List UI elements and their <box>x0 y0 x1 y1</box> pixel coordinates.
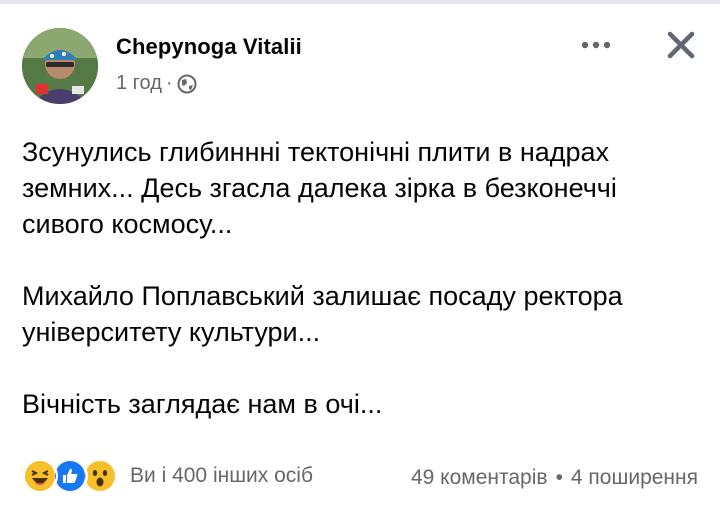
post-body: Зсунулись глибиннні тектонічні плити в н… <box>22 134 712 458</box>
post-paragraph: Зсунулись глибиннні тектонічні плити в н… <box>22 134 712 242</box>
text-line: сивого космосу... <box>22 209 233 239</box>
stats-separator: • <box>555 466 563 489</box>
avatar[interactable] <box>22 28 98 104</box>
post-paragraph: Вічність заглядає нам в очі... <box>22 386 712 422</box>
comments-count[interactable]: 49 коментарів <box>411 466 548 490</box>
text-line: земних... Десь згасла далека зірка в без… <box>22 173 617 203</box>
text-line: Вічність заглядає нам в очі... <box>22 389 383 419</box>
post-stats: 49 коментарів • 4 поширення <box>411 466 698 490</box>
globe-icon[interactable] <box>177 74 197 94</box>
close-button[interactable] <box>664 28 698 62</box>
avatar-image <box>22 28 98 104</box>
post-meta: 1 год · <box>116 72 197 95</box>
post-time[interactable]: 1 год <box>116 72 162 95</box>
reaction-count[interactable]: Ви і 400 інших осіб <box>130 464 313 488</box>
post-paragraph: Михайло Поплавський залишає посаду ректо… <box>22 278 712 350</box>
close-icon <box>667 31 695 59</box>
text-line: Зсунулись глибиннні тектонічні плити в н… <box>22 137 610 167</box>
haha-reaction-icon <box>22 458 58 494</box>
more-horizontal-icon <box>581 41 611 49</box>
shares-count[interactable]: 4 поширення <box>571 466 698 490</box>
author-name[interactable]: Chepynoga Vitalii <box>116 34 302 60</box>
meta-separator: · <box>165 72 173 94</box>
more-options-button[interactable] <box>578 30 614 60</box>
post-card: Chepynoga Vitalii 1 год · Зсунулись глиб… <box>0 4 720 516</box>
text-line: Михайло Поплавський залишає посаду ректо… <box>22 281 623 311</box>
text-line: університету культури... <box>22 317 321 347</box>
reactions-summary[interactable]: Ви і 400 інших осіб <box>22 458 313 494</box>
